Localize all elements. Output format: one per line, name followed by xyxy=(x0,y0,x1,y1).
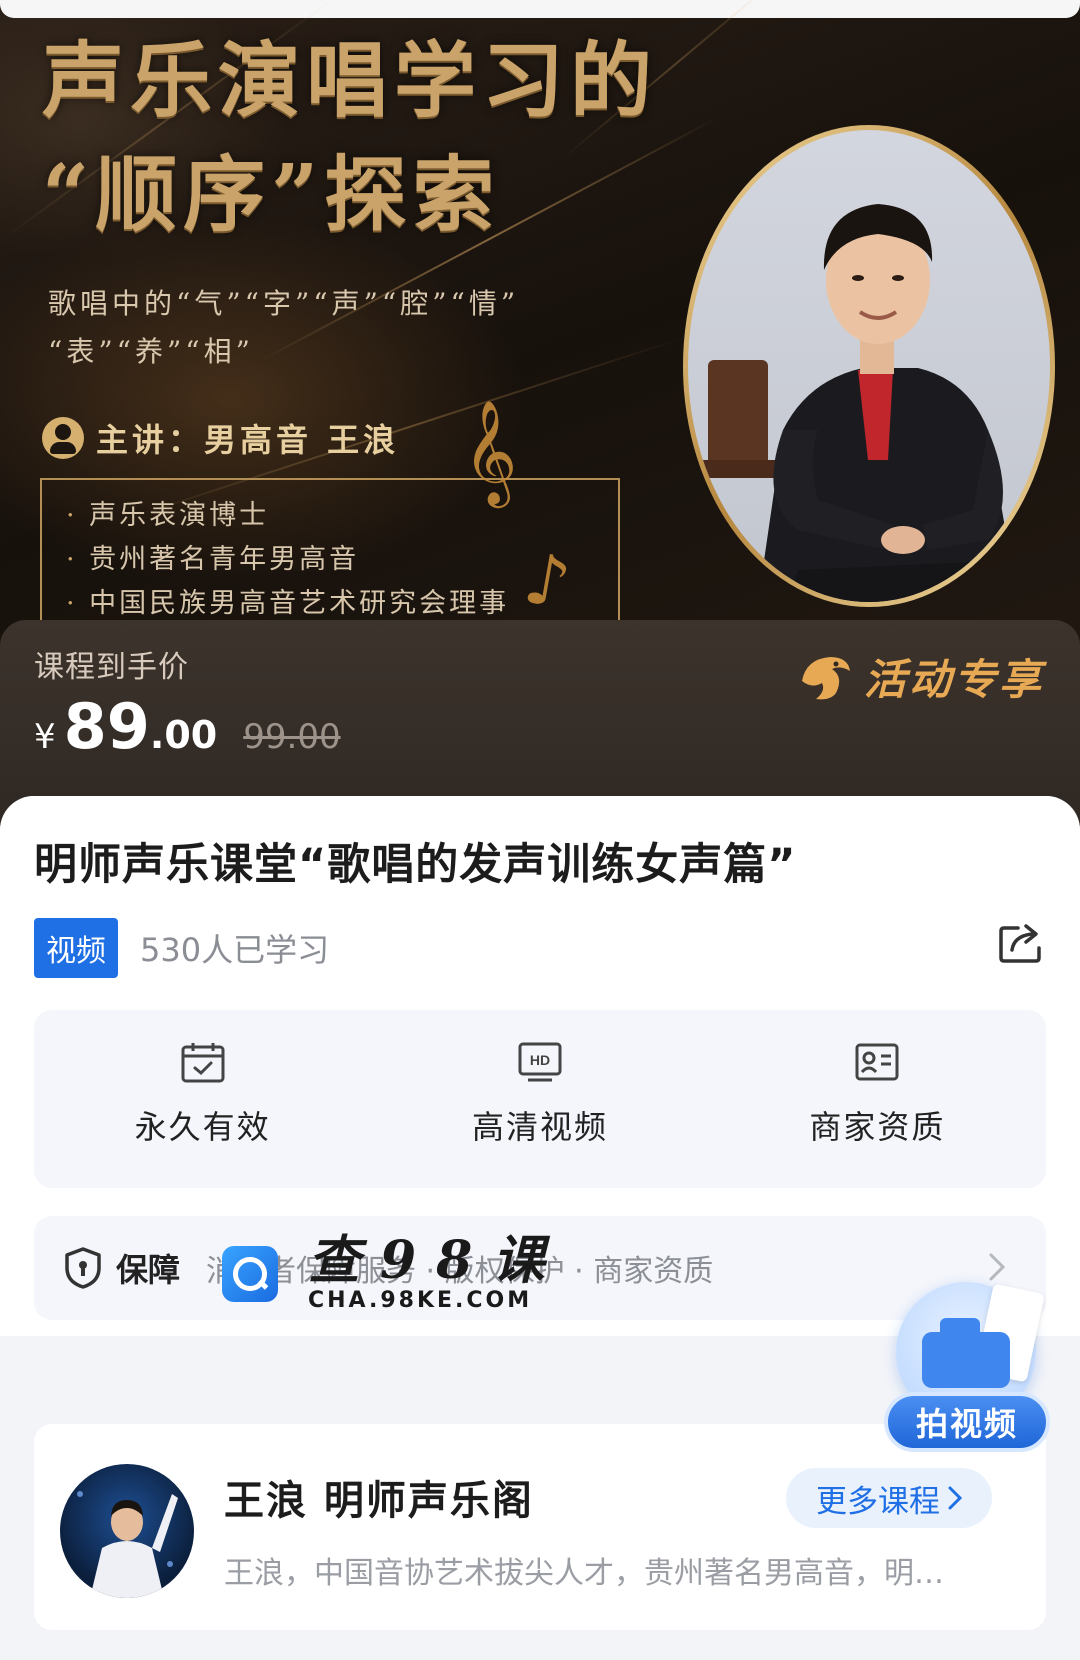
banner-title-line1: 声乐演唱学习的 xyxy=(42,33,659,129)
lecturer-photo-illustration xyxy=(698,204,1028,602)
feature-hd-video[interactable]: HD 高清视频 xyxy=(371,1010,708,1188)
feature-label: 商家资质 xyxy=(809,1108,946,1146)
chevron-right-icon xyxy=(948,1486,962,1510)
feature-merchant[interactable]: 商家资质 xyxy=(709,1010,1046,1188)
feature-permanent[interactable]: 永久有效 xyxy=(34,1010,371,1188)
watermark-sub: CHA.98KE.COM xyxy=(308,1288,533,1313)
dolphin-logo-icon xyxy=(801,656,850,699)
guarantee-title: 保障 xyxy=(116,1251,181,1289)
camera-icon xyxy=(922,1332,1010,1388)
video-tag: 视频 xyxy=(34,918,118,978)
features-panel: 永久有效 HD 高清视频 商家资质 xyxy=(34,1010,1046,1188)
more-courses-button[interactable]: 更多课程 xyxy=(786,1468,992,1528)
watermark-main: 查98课 xyxy=(308,1230,565,1291)
watermark-text: 查98课 CHA.98KE.COM xyxy=(308,1230,565,1314)
watermark-logo-icon xyxy=(222,1245,278,1302)
hd-icon: HD xyxy=(518,1042,562,1082)
activity-badge: 活动专享 xyxy=(796,646,1044,707)
learner-count: 530人已学习 xyxy=(140,931,330,969)
shoot-video-button[interactable]: 拍视频 xyxy=(884,1270,1050,1462)
course-title: 明师声乐课堂“歌唱的发声训练女声篇” xyxy=(34,840,797,890)
credential-item: 声乐表演博士 xyxy=(66,494,618,538)
person-icon xyxy=(42,417,84,459)
shield-icon xyxy=(65,1247,101,1289)
avatar-photo xyxy=(77,1491,178,1598)
lecturer-portrait-frame xyxy=(683,125,1055,607)
banner-subtitle-line2: “表”“养”“相” xyxy=(48,335,254,368)
shoot-video-label: 拍视频 xyxy=(884,1392,1050,1452)
id-card-icon xyxy=(855,1043,899,1081)
more-courses-label: 更多课程 xyxy=(816,1483,940,1520)
lecturer-line: 主讲：男高音 王浪 xyxy=(42,415,399,461)
price-label: 课程到手价 xyxy=(34,650,189,685)
calendar-check-icon xyxy=(181,1043,225,1083)
lecturer-text: 主讲：男高音 王浪 xyxy=(96,421,400,459)
original-price: 99.00 xyxy=(243,717,341,757)
banner-title-line2: “顺序”探索 xyxy=(42,147,501,243)
banner-subtitle-line1: 歌唱中的“气”“字”“声”“腔”“情” xyxy=(48,287,520,320)
price-row: ¥ 89 .00 99.00 xyxy=(34,690,341,763)
feature-label: 高清视频 xyxy=(471,1108,608,1146)
svg-text:HD: HD xyxy=(530,1052,550,1068)
course-meta: 视频 530人已学习 xyxy=(34,918,329,978)
site-watermark: 查98课 CHA.98KE.COM xyxy=(222,1234,564,1313)
feature-label: 永久有效 xyxy=(134,1108,271,1146)
teacher-description: 王浪，中国音协艺术拔尖人才，贵州著名男高音，明… xyxy=(224,1556,944,1591)
activity-label: 活动专享 xyxy=(863,655,1044,704)
price-decimal: .00 xyxy=(149,713,218,757)
lecturer-portrait xyxy=(688,130,1050,602)
teacher-name: 王浪 明师声乐阁 xyxy=(224,1478,534,1524)
currency-symbol: ¥ xyxy=(34,717,56,757)
share-icon[interactable] xyxy=(998,920,1044,964)
price-integer: 89 xyxy=(63,690,150,763)
avatar[interactable] xyxy=(60,1464,194,1598)
